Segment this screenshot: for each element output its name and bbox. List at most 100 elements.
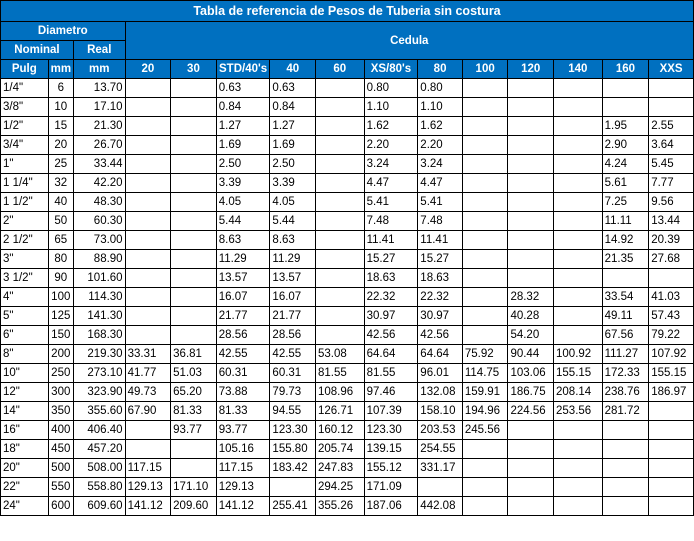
header-schedule: XS/80's (363, 59, 419, 79)
cell-weight: 203.53 (417, 420, 463, 440)
cell-weight (507, 116, 555, 136)
cell-weight: 18.63 (417, 268, 463, 288)
cell-real: 88.90 (72, 249, 126, 269)
header-schedule: 160 (601, 59, 650, 79)
cell-weight (553, 268, 603, 288)
cell-weight: 253.56 (553, 401, 603, 421)
cell-weight: 1.62 (363, 116, 419, 136)
cell-weight (124, 192, 172, 212)
cell-real: 17.10 (72, 97, 126, 117)
cell-weight (315, 116, 365, 136)
cell-weight (648, 268, 694, 288)
cell-weight (461, 192, 509, 212)
cell-weight: 7.48 (417, 211, 463, 231)
cell-weight (124, 420, 172, 440)
cell-weight: 64.64 (363, 344, 419, 364)
cell-weight: 172.33 (601, 363, 650, 383)
cell-weight: 93.77 (215, 420, 271, 440)
cell-weight (648, 439, 694, 459)
header-real: Real (72, 40, 126, 60)
cell-weight (461, 211, 509, 231)
cell-weight: 123.30 (269, 420, 316, 440)
cell-weight: 2.55 (648, 116, 694, 136)
header-schedule: 120 (507, 59, 555, 79)
cell-weight (170, 325, 217, 345)
cell-real: 273.10 (72, 363, 126, 383)
cell-weight: 8.63 (215, 230, 271, 250)
cell-weight: 90.44 (507, 344, 555, 364)
cell-weight (461, 97, 509, 117)
cell-pulg: 18" (0, 439, 49, 459)
cell-weight: 247.83 (315, 458, 365, 478)
table-row: 16" 400 406.40 93.77 93.77 123.30 160.12 123.30… (0, 420, 694, 440)
table-row: 1/2" 15 21.30 1.27 1.27 1.62 1.62 1.95 2.55 (0, 116, 694, 136)
cell-pulg: 3 1/2" (0, 268, 49, 288)
cell-weight: 9.56 (648, 192, 694, 212)
cell-mm: 100 (47, 287, 74, 307)
cell-weight (507, 173, 555, 193)
cell-weight (170, 439, 217, 459)
cell-weight: 1.10 (363, 97, 419, 117)
table-row: 3/4" 20 26.70 1.69 1.69 2.20 2.20 2.90 3.64 (0, 135, 694, 155)
cell-weight: 5.44 (269, 211, 316, 231)
cell-weight: 3.64 (648, 135, 694, 155)
cell-weight: 22.32 (363, 287, 419, 307)
cell-weight: 4.47 (363, 173, 419, 193)
cell-pulg: 22" (0, 477, 49, 497)
cell-weight: 28.56 (215, 325, 271, 345)
cell-weight: 11.41 (363, 230, 419, 250)
cell-weight: 79.73 (269, 382, 316, 402)
cell-pulg: 1" (0, 154, 49, 174)
header-cedula: Cedula (124, 21, 694, 60)
cell-weight (124, 211, 172, 231)
cell-weight: 2.20 (417, 135, 463, 155)
cell-weight (315, 306, 365, 326)
cell-weight: 0.84 (269, 97, 316, 117)
header-schedule: XXS (648, 59, 694, 79)
cell-weight (601, 78, 650, 98)
cell-mm: 450 (47, 439, 74, 459)
cell-weight: 238.76 (601, 382, 650, 402)
cell-weight: 245.56 (461, 420, 509, 440)
cell-mm: 6 (47, 78, 74, 98)
cell-weight: 7.25 (601, 192, 650, 212)
cell-pulg: 10" (0, 363, 49, 383)
cell-mm: 500 (47, 458, 74, 478)
cell-weight: 141.12 (124, 496, 172, 516)
cell-weight: 208.14 (553, 382, 603, 402)
cell-weight: 11.11 (601, 211, 650, 231)
table-row: 6" 150 168.30 28.56 28.56 42.56 42.56 54.20 67.5… (0, 325, 694, 345)
cell-real: 60.30 (72, 211, 126, 231)
header-real-mm: mm (72, 59, 126, 79)
cell-weight (553, 439, 603, 459)
table-row: 1" 25 33.44 2.50 2.50 3.24 3.24 4.24 5.45 (0, 154, 694, 174)
cell-weight: 18.63 (363, 268, 419, 288)
cell-weight (461, 268, 509, 288)
cell-weight (648, 420, 694, 440)
cell-mm: 40 (47, 192, 74, 212)
cell-weight (269, 477, 316, 497)
cell-weight (315, 211, 365, 231)
cell-weight: 1.27 (215, 116, 271, 136)
cell-weight: 81.55 (315, 363, 365, 383)
table-row: 18" 450 457.20 105.16 155.80 205.74 139.15 254.… (0, 439, 694, 459)
cell-weight (507, 78, 555, 98)
cell-weight (315, 268, 365, 288)
cell-mm: 15 (47, 116, 74, 136)
cell-weight: 97.46 (363, 382, 419, 402)
cell-weight (553, 192, 603, 212)
cell-weight (124, 97, 172, 117)
cell-weight (461, 458, 509, 478)
cell-weight: 117.15 (124, 458, 172, 478)
cell-mm: 50 (47, 211, 74, 231)
cell-weight (461, 116, 509, 136)
cell-pulg: 5" (0, 306, 49, 326)
cell-weight (461, 325, 509, 345)
cell-weight (553, 97, 603, 117)
header-nominal: Nominal (0, 40, 74, 60)
cell-weight: 15.27 (417, 249, 463, 269)
cell-weight: 111.27 (601, 344, 650, 364)
cell-weight: 0.63 (215, 78, 271, 98)
cell-weight: 442.08 (417, 496, 463, 516)
cell-weight: 158.10 (417, 401, 463, 421)
